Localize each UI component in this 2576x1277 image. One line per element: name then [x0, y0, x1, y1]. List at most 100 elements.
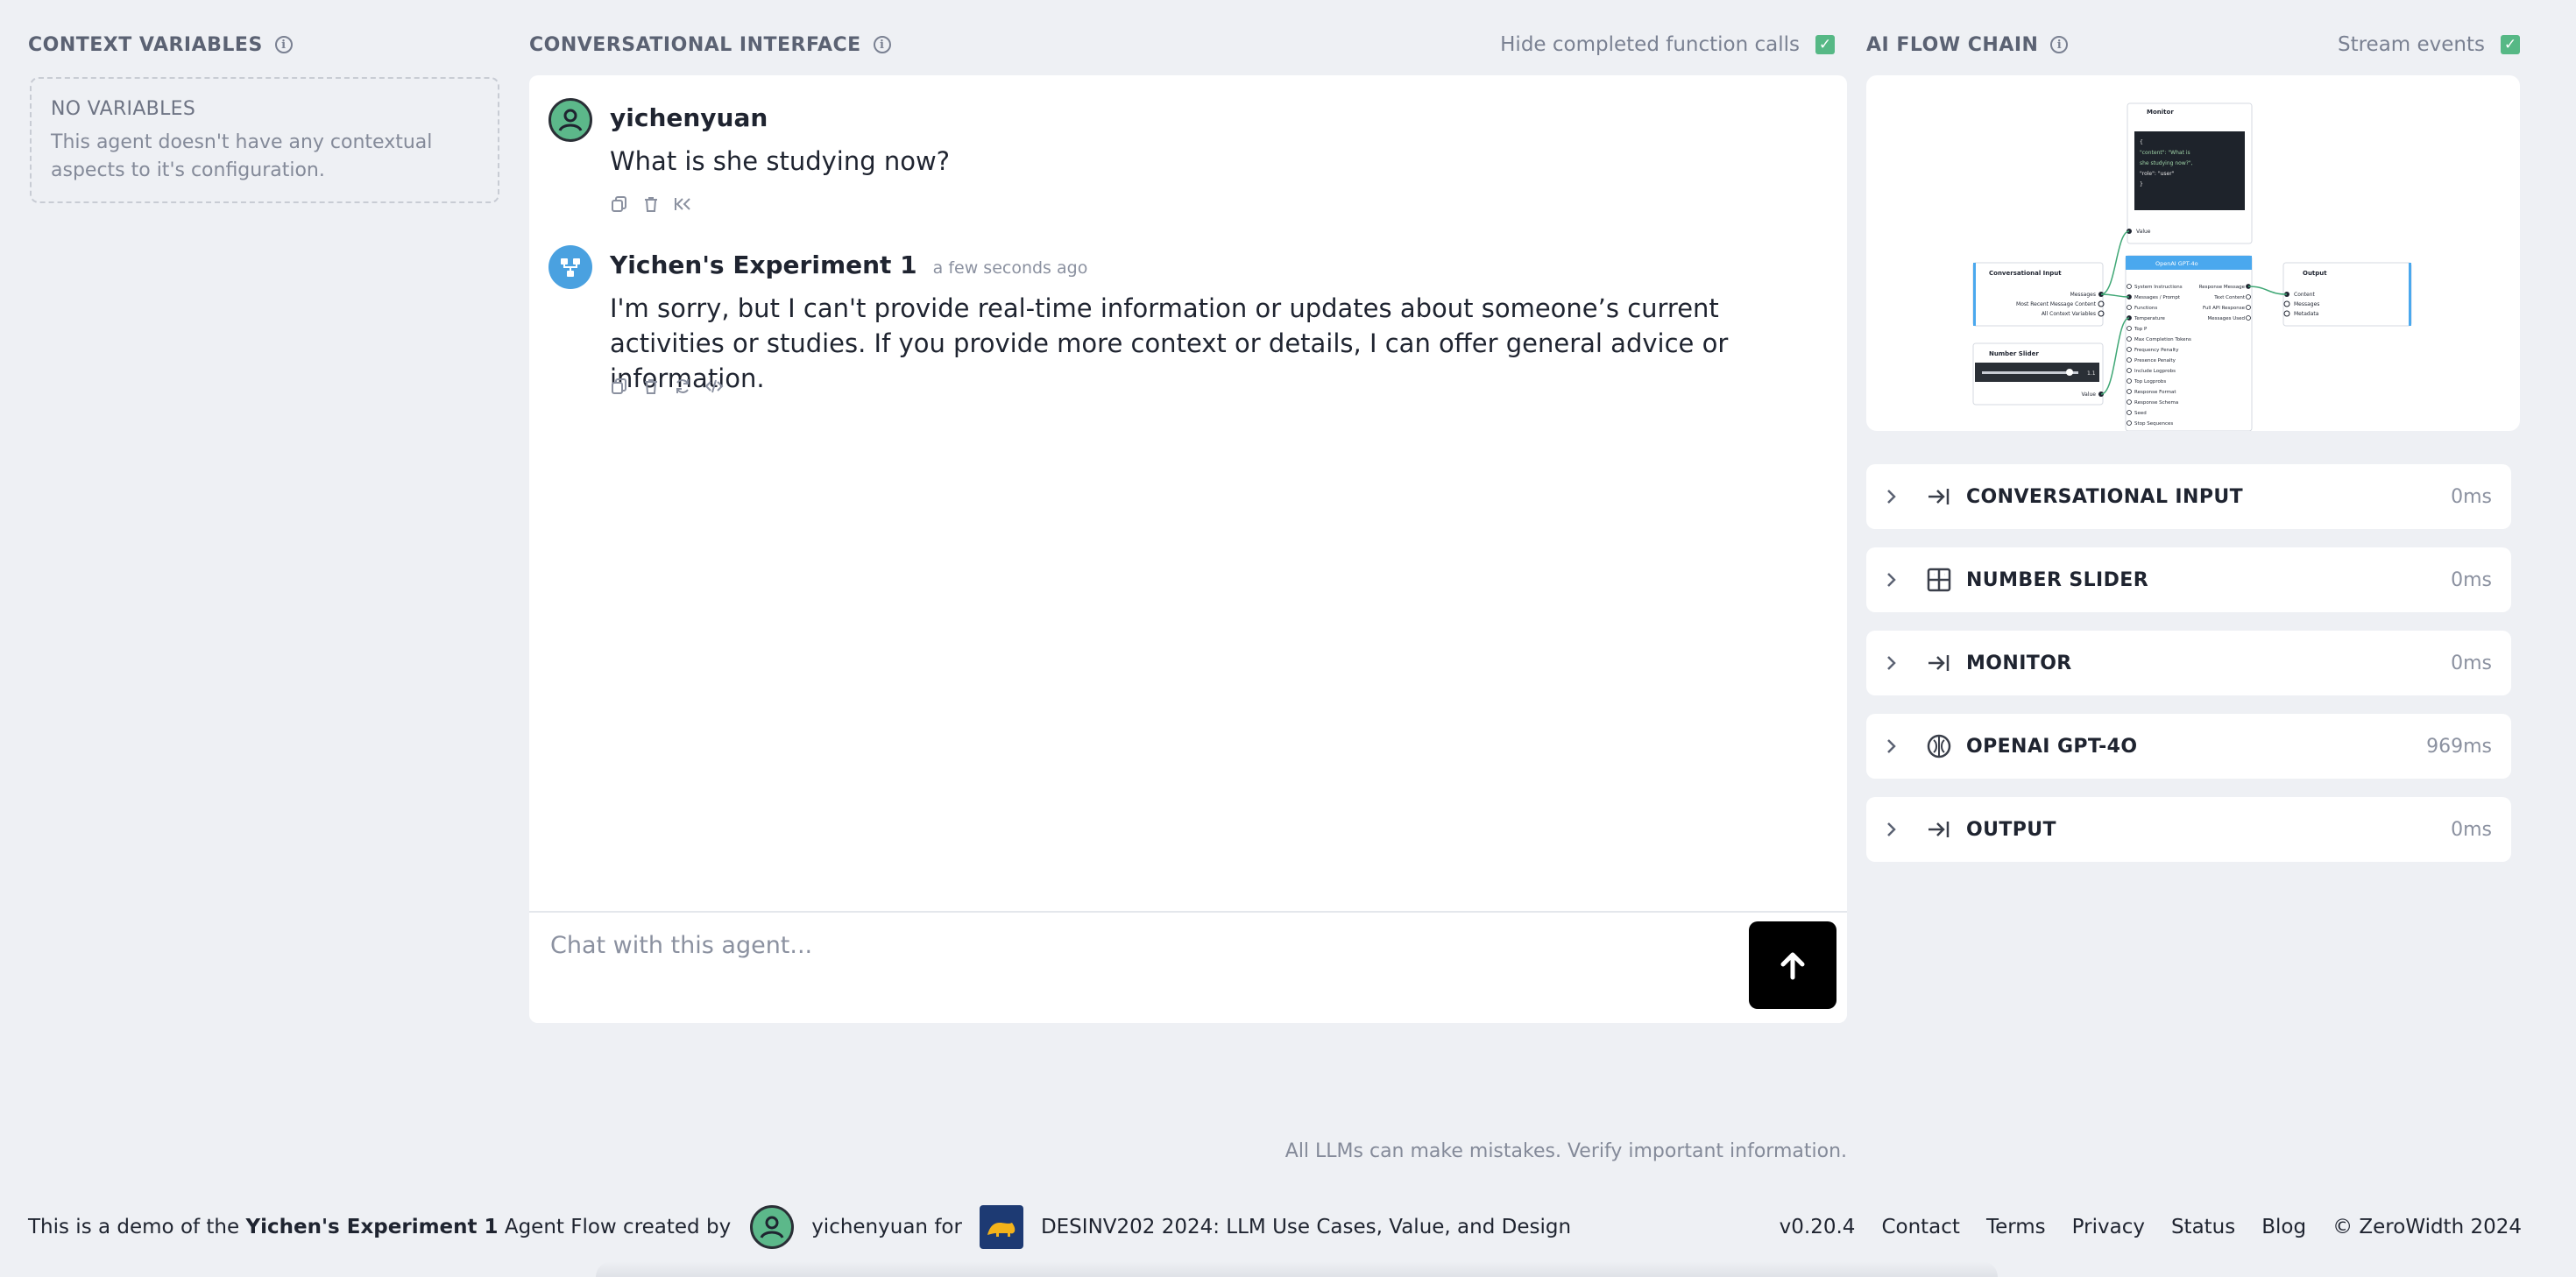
message-author-row: Yichen's Experiment 1 a few seconds ago	[610, 250, 1087, 279]
svg-text:Presence Penalty: Presence Penalty	[2134, 358, 2176, 363]
checkbox-checked-icon[interactable]: ✓	[2501, 35, 2520, 54]
svg-text:Max Completion Tokens: Max Completion Tokens	[2134, 337, 2191, 342]
svg-text:Response Message: Response Message	[2199, 285, 2246, 290]
svg-text:Conversational Input: Conversational Input	[1989, 270, 2062, 277]
footer-links: v0.20.4 Contact Terms Privacy Status Blo…	[1780, 1203, 2522, 1251]
svg-text:Metadata: Metadata	[2294, 311, 2319, 317]
hide-completed-label: Hide completed function calls	[1500, 33, 1800, 56]
stream-events-label: Stream events	[2337, 33, 2485, 56]
hide-completed-toggle[interactable]: Hide completed function calls ✓	[1500, 32, 1835, 58]
svg-text:Top P: Top P	[2134, 327, 2148, 332]
trash-icon[interactable]	[641, 377, 661, 396]
svg-text:OpenAI GPT-4o: OpenAI GPT-4o	[2155, 260, 2198, 267]
step-duration: 0ms	[2451, 568, 2492, 591]
svg-text:Number Slider: Number Slider	[1989, 350, 2039, 357]
grid-icon	[1926, 567, 1952, 593]
footer-org[interactable]: DESINV202 2024: LLM Use Cases, Value, an…	[1041, 1216, 1571, 1238]
svg-text:Seed: Seed	[2134, 411, 2147, 416]
svg-text:Functions: Functions	[2134, 306, 2157, 311]
chevron-right-icon[interactable]	[1886, 821, 1907, 838]
step-duration: 0ms	[2451, 818, 2492, 841]
copyright: © ZeroWidth 2024	[2332, 1216, 2522, 1238]
message-author: yichenyuan	[610, 103, 768, 132]
regenerate-icon[interactable]	[673, 377, 692, 396]
svg-text:{: {	[2140, 139, 2143, 145]
arrow-to-line-icon	[1926, 650, 1952, 676]
stream-events-toggle[interactable]: Stream events ✓	[2338, 32, 2520, 58]
checkbox-checked-icon[interactable]: ✓	[1815, 35, 1835, 54]
footer-creator[interactable]: yichenyuan	[811, 1216, 928, 1238]
flow-step-number-slider[interactable]: NUMBER SLIDER 0ms	[1866, 547, 2511, 612]
svg-text:Messages: Messages	[2070, 292, 2096, 298]
org-logo-icon[interactable]	[979, 1205, 1023, 1249]
svg-text:she studying now?",: she studying now?",	[2140, 160, 2193, 166]
context-variables-title: CONTEXT VARIABLES	[28, 33, 263, 56]
chat-panel: yichenyuan What is she studying now? Yic…	[529, 75, 1847, 1023]
info-icon[interactable]: i	[274, 36, 293, 53]
chat-input[interactable]	[548, 927, 1560, 963]
flow-diagram-preview[interactable]: Monitor { "content": "What is she studyi…	[1866, 75, 2520, 431]
send-button[interactable]	[1749, 921, 1836, 1009]
footer-credit: This is a demo of the Yichen's Experimen…	[28, 1203, 1571, 1251]
svg-text:Temperature: Temperature	[2134, 316, 2165, 321]
flow-step-conversational-input[interactable]: CONVERSATIONAL INPUT 0ms	[1866, 464, 2511, 529]
creator-avatar-icon[interactable]	[750, 1205, 795, 1249]
message-author: Yichen's Experiment 1	[610, 250, 917, 279]
chevron-right-icon[interactable]	[1886, 654, 1907, 672]
footer-for: for	[934, 1216, 962, 1238]
footer-link-status[interactable]: Status	[2171, 1216, 2235, 1238]
svg-text:Value: Value	[2136, 229, 2151, 235]
rewind-icon[interactable]	[673, 194, 692, 214]
step-duration: 0ms	[2451, 652, 2492, 674]
footer-agent-name[interactable]: Yichen's Experiment 1	[245, 1216, 498, 1238]
no-variables-description: This agent doesn't have any contextual a…	[51, 131, 433, 181]
step-label: OUTPUT	[1966, 818, 2056, 841]
svg-text:Include Logprobs: Include Logprobs	[2134, 369, 2176, 374]
disclaimer: All LLMs can make mistakes. Verify impor…	[1284, 1140, 1847, 1162]
svg-text:Frequency Penalty: Frequency Penalty	[2134, 348, 2179, 353]
svg-text:Messages Used: Messages Used	[2208, 316, 2246, 321]
svg-text:All Context Variables: All Context Variables	[2042, 311, 2096, 317]
openai-node: OpenAI GPT-4o System Instructions Messag…	[2125, 255, 2253, 431]
chevron-right-icon[interactable]	[1886, 737, 1907, 755]
message-timestamp: a few seconds ago	[932, 258, 1088, 278]
copy-icon[interactable]	[610, 377, 629, 396]
flow-step-monitor[interactable]: MONITOR 0ms	[1866, 631, 2511, 695]
info-icon[interactable]: i	[2050, 36, 2069, 53]
svg-text:Output: Output	[2303, 270, 2327, 277]
svg-text:}: }	[2140, 181, 2143, 187]
code-icon[interactable]	[704, 377, 724, 396]
info-icon[interactable]: i	[873, 36, 891, 53]
flow-step-output[interactable]: OUTPUT 0ms	[1866, 797, 2511, 862]
conversational-interface-header: CONVERSATIONAL INTERFACE i	[529, 32, 891, 58]
step-label: NUMBER SLIDER	[1966, 568, 2149, 591]
message-text: What is she studying now?	[610, 146, 951, 176]
monitor-node: Monitor { "content": "What is she studyi…	[2127, 102, 2253, 244]
chevron-right-icon[interactable]	[1886, 488, 1907, 505]
context-variables-empty: NO VARIABLES This agent doesn't have any…	[30, 77, 499, 203]
output-node: Output Content Messages Metadata	[2282, 262, 2412, 327]
step-duration: 0ms	[2451, 485, 2492, 508]
svg-text:Value: Value	[2082, 392, 2097, 398]
footer-mid: Agent Flow created by	[504, 1216, 732, 1238]
trash-icon[interactable]	[641, 194, 661, 214]
message-actions	[610, 377, 724, 396]
footer-link-contact[interactable]: Contact	[1881, 1216, 1959, 1238]
svg-text:Response Schema: Response Schema	[2134, 400, 2178, 406]
svg-text:"role": "user": "role": "user"	[2140, 171, 2175, 177]
ai-flow-chain-title: AI FLOW CHAIN	[1866, 33, 2039, 56]
svg-text:Text Content: Text Content	[2213, 295, 2246, 300]
footer-link-privacy[interactable]: Privacy	[2072, 1216, 2145, 1238]
no-variables-title: NO VARIABLES	[51, 98, 196, 120]
number-slider-node: Number Slider 1.1 Value	[1972, 342, 2104, 406]
copy-icon[interactable]	[610, 194, 629, 214]
arrow-up-icon	[1780, 952, 1805, 980]
footer-link-blog[interactable]: Blog	[2261, 1216, 2306, 1238]
svg-text:Top Logprobs: Top Logprobs	[2134, 379, 2166, 385]
footer-link-terms[interactable]: Terms	[1986, 1216, 2046, 1238]
svg-text:Content: Content	[2294, 292, 2316, 298]
svg-text:Messages / Prompt: Messages / Prompt	[2134, 295, 2181, 300]
chevron-right-icon[interactable]	[1886, 571, 1907, 589]
chat-message-agent: Yichen's Experiment 1 a few seconds ago I…	[548, 245, 1810, 420]
flow-step-openai-gpt-4o[interactable]: OPENAI GPT-4O 969ms	[1866, 714, 2511, 779]
